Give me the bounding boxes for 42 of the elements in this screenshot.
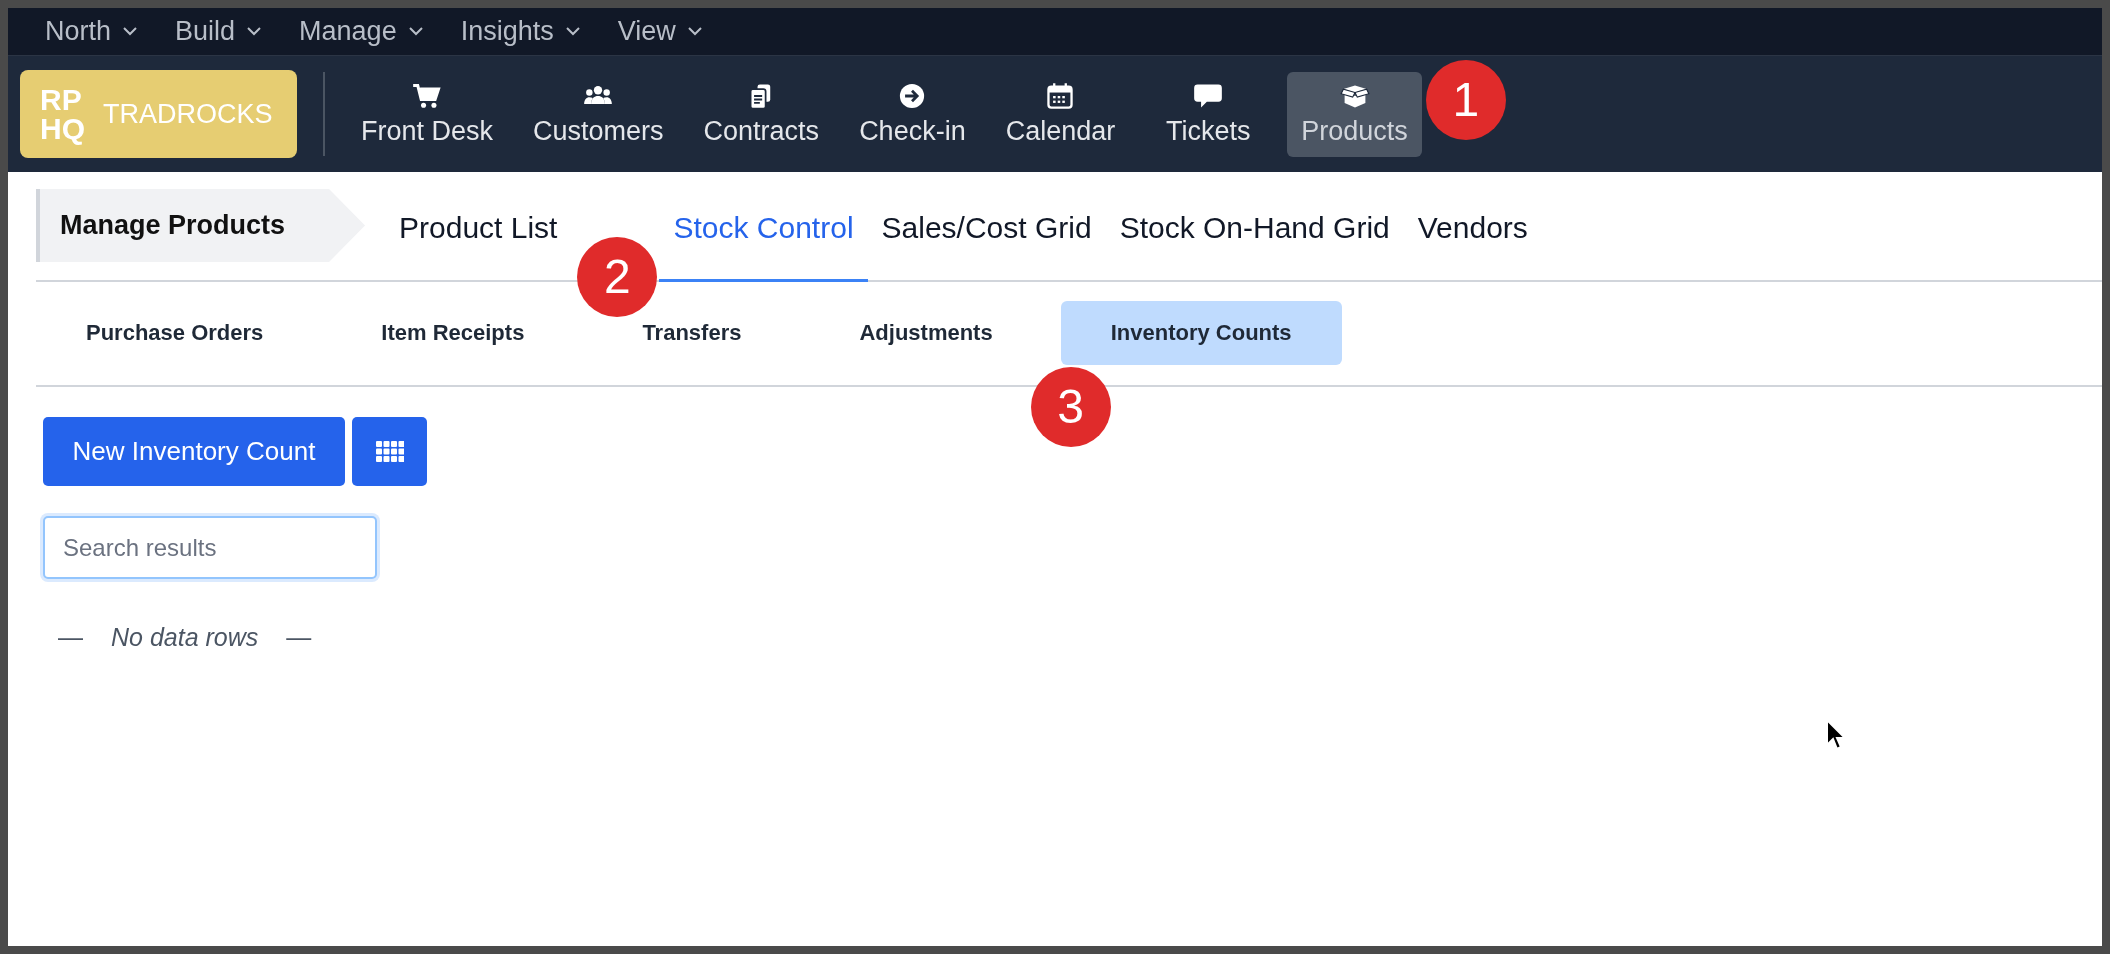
- nav-item[interactable]: Customers: [519, 71, 678, 157]
- subtab[interactable]: Adjustments: [809, 301, 1043, 365]
- subtab[interactable]: Purchase Orders: [36, 301, 314, 365]
- menu-item[interactable]: North: [45, 16, 138, 47]
- nav-item[interactable]: Products: [1287, 71, 1422, 157]
- dash: —: [286, 623, 312, 652]
- nav-item[interactable]: Tickets: [1141, 71, 1276, 157]
- new-inventory-count-button[interactable]: New Inventory Count: [43, 417, 345, 486]
- dash: —: [58, 623, 83, 652]
- grid-icon: [375, 441, 404, 462]
- chevron-down-icon: [408, 27, 423, 36]
- chevron-down-icon: [247, 27, 262, 36]
- grid-view-button[interactable]: [352, 417, 427, 486]
- tab[interactable]: Sales/Cost Grid: [867, 189, 1106, 282]
- brand-name: TRADROCKS: [103, 98, 273, 130]
- callout-badge: 1: [1425, 59, 1506, 140]
- logo-mark: RP HQ: [40, 85, 85, 143]
- chevron-down-icon: [123, 27, 138, 36]
- chevron-down-icon: [565, 27, 580, 36]
- tab[interactable]: Stock Control: [659, 189, 868, 282]
- tab[interactable]: Product List: [385, 189, 572, 282]
- speech-bubble-icon: [1193, 81, 1224, 110]
- callout-badge: 2: [577, 237, 658, 317]
- nav-item[interactable]: Contracts: [689, 71, 834, 157]
- tab[interactable]: Stock On-Hand Grid: [1105, 189, 1404, 282]
- menu-item[interactable]: View: [617, 16, 702, 47]
- menu-item[interactable]: Insights: [460, 16, 580, 47]
- calendar-icon: [1045, 81, 1076, 110]
- nav-item[interactable]: Check-in: [845, 71, 980, 157]
- search-field[interactable]: Search results: [43, 516, 377, 579]
- callout-badge: 3: [1030, 367, 1111, 447]
- menu-item[interactable]: Build: [175, 16, 262, 47]
- subtab[interactable]: Item Receipts: [331, 301, 575, 365]
- menu-item[interactable]: Manage: [299, 16, 423, 47]
- nav-item[interactable]: Calendar: [991, 71, 1130, 157]
- empty-message: No data rows: [111, 623, 259, 652]
- cart-icon: [412, 81, 442, 110]
- nav-item[interactable]: Front Desk: [347, 71, 508, 157]
- page-title: Manage Products: [36, 189, 366, 262]
- chevron-down-icon: [687, 27, 702, 36]
- tab[interactable]: Vendors: [1403, 189, 1542, 282]
- subtab[interactable]: Inventory Counts: [1060, 301, 1342, 365]
